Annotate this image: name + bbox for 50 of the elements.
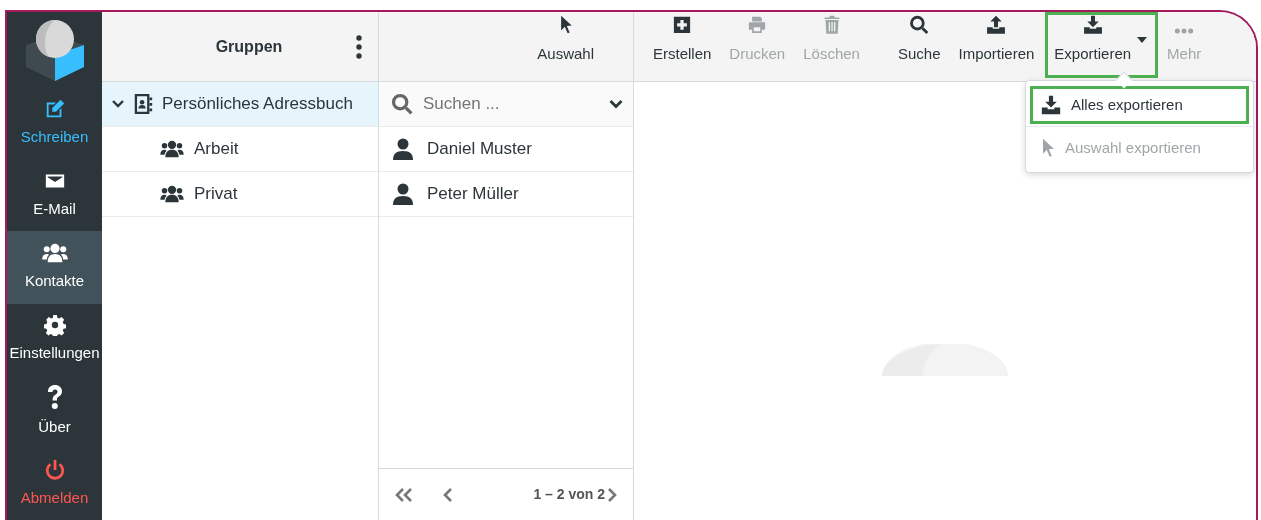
sidebar-item[interactable]: Abmelden	[7, 447, 102, 520]
search-bar[interactable]: Suchen ...	[379, 82, 633, 127]
address-book-icon	[132, 93, 154, 115]
contact-name: Daniel Muster	[427, 138, 532, 161]
tree-item[interactable]: Arbeit	[102, 127, 378, 172]
group-icon	[158, 139, 186, 159]
contact-name: Peter Müller	[427, 183, 519, 206]
question-icon	[45, 384, 64, 411]
search-field[interactable]: Suchen ...	[421, 90, 601, 118]
tree-label: Arbeit	[194, 138, 239, 161]
tree-label: Persönliches Adressbuch	[162, 93, 353, 116]
group-icon	[40, 242, 69, 265]
contact-row[interactable]: Daniel Muster	[379, 127, 633, 172]
menu-item[interactable]: Alles exportieren	[1030, 86, 1249, 124]
group-icon	[158, 184, 186, 204]
sidebar-item[interactable]: E-Mail	[7, 159, 102, 232]
toolbar-button[interactable]: Importieren	[949, 12, 1044, 78]
person-icon	[393, 183, 413, 205]
tree-item[interactable]: Privat	[102, 172, 378, 217]
sidebar-item[interactable]: Einstellungen	[7, 303, 102, 376]
download-icon	[1081, 15, 1104, 35]
upload-icon	[985, 15, 1008, 35]
previous-page-button[interactable]	[443, 487, 453, 502]
more-icon	[1174, 26, 1195, 35]
chevron-down-icon	[609, 98, 623, 110]
tree-label: Privat	[194, 183, 238, 206]
toolbar-button[interactable]: Suche	[888, 12, 950, 78]
power-icon	[43, 458, 66, 481]
page-count: 1 – 2 von 2	[533, 485, 605, 504]
sidebar-item[interactable]: Schreiben	[7, 87, 102, 160]
toolbar-button[interactable]: Erstellen	[644, 12, 721, 78]
next-page-button[interactable]	[607, 487, 617, 502]
tree-item[interactable]: Persönliches Adressbuch	[102, 82, 378, 127]
panel-title: Gruppen	[214, 36, 284, 57]
cursor-icon	[558, 15, 573, 35]
search-icon	[908, 15, 931, 35]
search-icon	[391, 93, 413, 115]
chevron-left-icon	[443, 487, 453, 502]
double-chevron-left-icon	[395, 487, 413, 502]
cursor-icon	[1041, 138, 1055, 158]
sidebar-item[interactable]: Über	[7, 375, 102, 448]
download-icon	[1041, 95, 1061, 115]
first-page-button[interactable]	[395, 487, 413, 502]
toolbar-button[interactable]: Exportieren	[1045, 12, 1159, 78]
kebab-menu-icon	[356, 34, 362, 59]
person-icon	[393, 138, 413, 160]
gear-icon	[43, 314, 66, 337]
contact-row[interactable]: Peter Müller	[379, 172, 633, 217]
chevron-right-icon	[607, 487, 617, 502]
sidebar-item[interactable]: Kontakte	[7, 231, 102, 304]
